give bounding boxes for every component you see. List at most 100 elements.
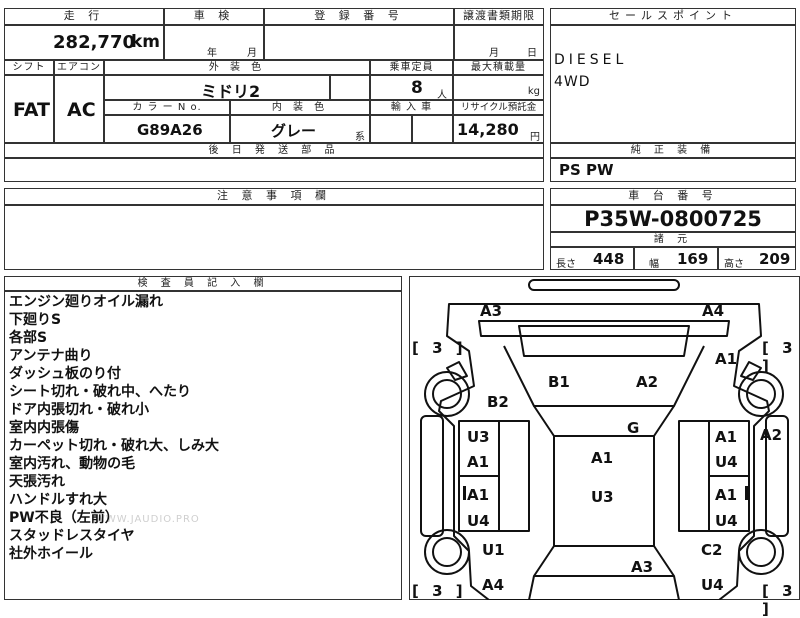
capacity-label: 乗車定員	[370, 60, 453, 75]
length-value: 448	[593, 250, 625, 268]
left-mirror	[446, 361, 468, 381]
inspector-note-line: 室内内張傷	[9, 420, 79, 436]
wheel-rear-right	[738, 529, 784, 575]
genuine-equip-cell: PS PW	[550, 158, 796, 182]
damage-code: U4	[715, 453, 738, 471]
wheel-rear-left	[424, 529, 470, 575]
damage-code: A1	[591, 449, 614, 467]
shift-value: FAT	[13, 99, 50, 121]
mileage-value: 282,770	[53, 32, 135, 53]
damage-code: A1	[467, 453, 490, 471]
damage-code: A1	[715, 428, 738, 446]
recycle-cell: 14,280 円	[453, 115, 544, 143]
wheel-front-left	[424, 371, 470, 417]
inspector-note-line: アンテナ曲り	[9, 348, 93, 364]
import-label: 輸 入 車	[370, 100, 453, 115]
damage-code: U4	[467, 512, 490, 530]
tire-mark-rear-right: [ 3 ]	[762, 582, 797, 618]
aircon-value: AC	[67, 99, 96, 121]
later-parts-label: 後 日 発 送 部 品	[4, 143, 544, 158]
damage-code: U3	[467, 428, 490, 446]
width-value: 169	[677, 250, 709, 268]
damage-code: A3	[631, 558, 654, 576]
exterior-color-value: ミドリ2	[201, 82, 261, 101]
aircon-cell: AC	[54, 75, 104, 143]
sales-point-1: DIESEL	[554, 52, 628, 68]
inspector-note-line: 下廻りS	[9, 312, 62, 328]
capacity-cell: 8 人	[370, 75, 453, 101]
inspector-note-line: 各部S	[9, 330, 48, 346]
front-bumper-bar	[528, 279, 680, 291]
height-value: 209	[759, 250, 791, 268]
hood-line	[478, 320, 730, 337]
rear-pillars	[528, 575, 680, 600]
windshield	[518, 325, 690, 357]
deadline-day-unit: 日	[527, 48, 537, 59]
genuine-equip-value: PS PW	[559, 161, 614, 179]
inspector-note-line: 天張汚れ	[9, 474, 65, 490]
color-no-value: G89A26	[137, 121, 203, 139]
damage-code: U1	[482, 541, 505, 559]
inspector-note-line: ハンドルすれ大	[9, 492, 107, 508]
tire-mark-front-left: [ 3 ]	[412, 339, 467, 357]
exterior-extra-cell	[330, 75, 370, 100]
capacity-value: 8	[411, 78, 423, 98]
genuine-equip-label: 純 正 装 備	[550, 143, 796, 158]
mileage-cell: 282,770 km	[4, 25, 164, 60]
max-load-unit: kg	[527, 86, 540, 97]
damage-code: U4	[701, 576, 724, 594]
chassis-value: P35W-0800725	[584, 207, 762, 231]
damage-code: A4	[482, 576, 505, 594]
vehicle-diagram: [ 3 ] [ 3 ] [ 3 ] [ 3 ] A3 A4 A1 B1 A2 B…	[409, 276, 800, 618]
tire-mark-front-right: [ 3 ]	[762, 339, 797, 375]
damage-code: A3	[480, 302, 503, 320]
damage-code: B2	[487, 393, 509, 411]
deadline-cell: 月 日	[454, 25, 544, 60]
inspector-note-line: 社外ホイール	[9, 546, 93, 562]
recycle-unit: 円	[530, 132, 540, 143]
inspector-note-line: エンジン廻りオイル漏れ	[9, 294, 163, 310]
inspection-cell: 年 月	[164, 25, 264, 60]
sales-point-label: セールスポイント	[550, 8, 796, 25]
sales-point-cell: DIESEL 4WD	[550, 25, 796, 143]
inspector-note-line: スタッドレスタイヤ	[9, 528, 135, 544]
length-cell: 長さ 448	[550, 247, 634, 270]
damage-code: U4	[715, 512, 738, 530]
right-mirror	[740, 361, 762, 381]
damage-code: G	[627, 419, 640, 437]
damage-code: C2	[701, 541, 723, 559]
deadline-month-unit: 月	[489, 48, 499, 59]
exterior-color-cell: ミドリ2	[104, 75, 330, 101]
interior-color-cell: グレー 系	[230, 115, 370, 143]
inspector-note-line: シート切れ・破れ中、へたり	[9, 384, 191, 400]
tire-mark-rear-left: [ 3 ]	[412, 582, 467, 600]
width-label: 幅	[649, 259, 659, 270]
recycle-value: 14,280	[457, 120, 519, 139]
mileage-label: 走 行	[4, 8, 164, 25]
width-cell: 幅 169	[634, 247, 718, 270]
damage-code: A1	[715, 486, 738, 504]
inspector-note-line: ダッシュ板のり付	[9, 366, 121, 382]
max-load-label: 最大積載量	[453, 60, 544, 75]
damage-code: A4	[702, 302, 725, 320]
inspector-note-line: 室内汚れ、動物の毛	[9, 456, 136, 472]
left-skirt	[420, 415, 444, 537]
inspector-note-line: ドア内張切れ・破れ小	[9, 402, 149, 418]
capacity-unit: 人	[437, 90, 447, 101]
length-label: 長さ	[556, 259, 576, 270]
right-window	[678, 420, 710, 532]
interior-color-label: 内 装 色	[230, 100, 370, 115]
mileage-unit: km	[130, 32, 160, 52]
interior-color-value: グレー	[271, 122, 317, 140]
inspection-month-unit: 月	[247, 48, 257, 59]
later-parts-cell	[4, 158, 544, 182]
import-cell-b	[412, 115, 453, 143]
transfer-deadline-label: 譲渡書類期限	[454, 8, 544, 25]
chassis-label: 車 台 番 号	[550, 188, 796, 205]
import-cell-a	[370, 115, 412, 143]
recycle-label: リサイクル預託金	[453, 100, 544, 115]
inspection-label: 車 検	[164, 8, 264, 25]
exterior-color-label: 外 装 色	[104, 60, 370, 75]
inspector-note-line: PW不良（左前）	[9, 510, 119, 526]
sales-point-2: 4WD	[554, 74, 591, 90]
